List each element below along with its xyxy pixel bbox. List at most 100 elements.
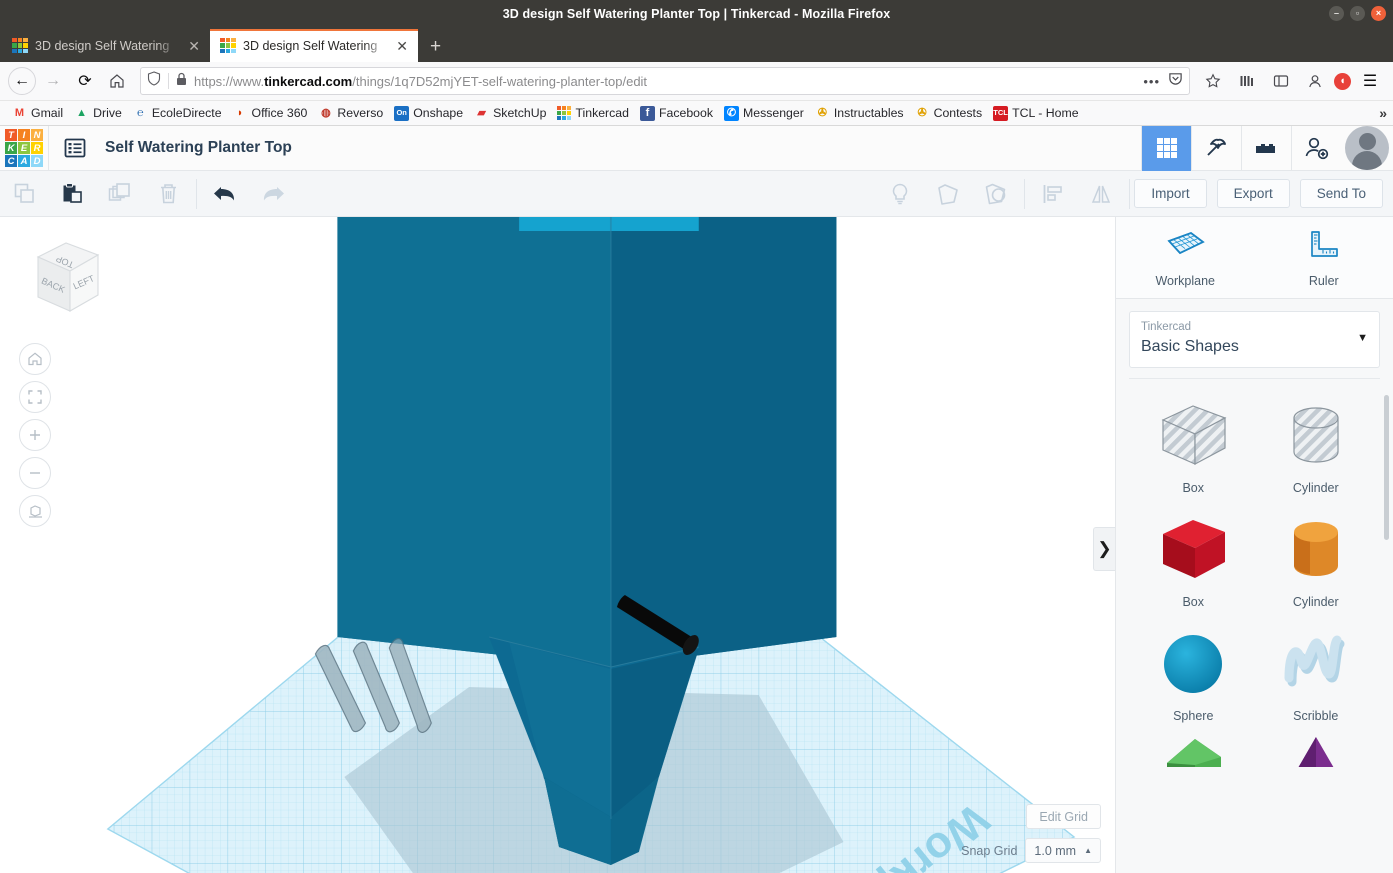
lightbulb-hide-icon: [893, 183, 908, 204]
ruler-tool[interactable]: Ruler: [1255, 217, 1393, 298]
sendto-button[interactable]: Send To: [1299, 179, 1383, 208]
edit-grid-button[interactable]: Edit Grid: [1026, 804, 1101, 829]
box-thumb: [1147, 507, 1239, 593]
home-view-button[interactable]: [19, 343, 51, 375]
bookmark-favicon: ✇: [817, 106, 827, 119]
page-actions-icon[interactable]: •••: [1143, 74, 1160, 89]
lock-icon[interactable]: [176, 72, 187, 91]
bookmark-facebook[interactable]: f Facebook: [635, 104, 718, 123]
shape-item-box[interactable]: Box: [1132, 507, 1255, 609]
undo-button[interactable]: [201, 171, 249, 217]
bookmark-contests[interactable]: ✇ Contests: [910, 104, 988, 123]
workplane-tool[interactable]: Workplane: [1116, 217, 1255, 298]
bookmark-reverso[interactable]: ◍ Reverso: [313, 104, 388, 123]
tab-codeblocks[interactable]: [1191, 125, 1241, 171]
bookmarks-overflow-icon[interactable]: »: [1379, 105, 1387, 121]
account-icon[interactable]: [1300, 66, 1330, 96]
bookmark-tcl-home[interactable]: TCL TCL - Home: [988, 104, 1084, 123]
bookmark-instructables[interactable]: ✇ Instructables: [810, 104, 909, 123]
shape-item-scribble[interactable]: Scribble: [1255, 621, 1378, 723]
perspective-toggle-button[interactable]: [19, 495, 51, 527]
logo-tile-c: C: [5, 155, 17, 167]
delete-button[interactable]: [144, 171, 192, 217]
close-window-button[interactable]: ×: [1371, 6, 1386, 21]
bookmark-messenger[interactable]: ✆ Messenger: [719, 104, 809, 123]
bookmark-tinkercad[interactable]: Tinkercad: [552, 104, 634, 122]
browser-tab-1[interactable]: 3D design Self Watering ✕: [2, 29, 210, 62]
group-button[interactable]: [924, 171, 972, 217]
tab-3d-designs[interactable]: [1141, 125, 1191, 171]
toolbar-divider-2: [1024, 178, 1026, 209]
collapse-panel-button[interactable]: ❯: [1093, 527, 1115, 571]
design-list-button[interactable]: [49, 126, 101, 171]
tinkercad-favicon: [12, 37, 28, 54]
shape-item-cone[interactable]: [1255, 735, 1378, 767]
browser-tab-2[interactable]: 3D design Self Watering ✕: [210, 29, 418, 62]
tab-blocks[interactable]: [1241, 125, 1291, 171]
url-bar[interactable]: https://www.tinkercad.com/things/1q7D52m…: [140, 67, 1190, 95]
export-button[interactable]: Export: [1216, 179, 1290, 208]
paste-button[interactable]: [48, 171, 96, 217]
3d-canvas[interactable]: Workplane: [0, 217, 1115, 873]
reload-icon[interactable]: ⟳: [70, 66, 100, 96]
align-button[interactable]: [1029, 171, 1077, 217]
bookmark-ecoledirecte[interactable]: ℮ EcoleDirecte: [128, 104, 227, 123]
pocket-icon[interactable]: [1168, 71, 1183, 91]
blocks-brick-icon: [1255, 144, 1275, 153]
hide-button[interactable]: [876, 171, 924, 217]
sidebar-icon[interactable]: [1266, 66, 1296, 96]
bookmark-label: TCL - Home: [1012, 106, 1079, 120]
bookmark-star-icon[interactable]: [1198, 66, 1228, 96]
account-badge-icon[interactable]: ◖: [1334, 72, 1351, 90]
bookmark-favicon: f: [639, 105, 655, 121]
shapes-scrollbar[interactable]: [1384, 394, 1389, 540]
snap-grid-select[interactable]: 1.0 mm ▲: [1025, 838, 1101, 863]
bookmark-gmail[interactable]: M Gmail: [7, 104, 68, 123]
zoom-in-button[interactable]: [19, 419, 51, 451]
fit-view-button[interactable]: [19, 381, 51, 413]
bookmark-onshape[interactable]: On Onshape: [389, 104, 468, 123]
bookmark-sketchup[interactable]: ▰ SketchUp: [469, 104, 551, 123]
tab-close-icon[interactable]: ✕: [394, 39, 410, 53]
bookmark-label: Office 360: [251, 106, 308, 120]
bookmark-label: Contests: [933, 106, 983, 120]
copy-button[interactable]: [0, 171, 48, 217]
shape-list[interactable]: Box Cylinder Box Cylinder Sphere Scribbl…: [1116, 379, 1393, 873]
tab-title: 3D design Self Watering: [243, 38, 378, 53]
shape-item-hole-box[interactable]: Box: [1132, 393, 1255, 495]
tab-title: 3D design Self Watering: [35, 38, 170, 53]
shape-item-sphere[interactable]: Sphere: [1132, 621, 1255, 723]
tab-close-icon[interactable]: ✕: [186, 39, 202, 53]
shape-library-dropdown[interactable]: Tinkercad Basic Shapes ▼: [1129, 311, 1380, 368]
shield-icon[interactable]: [147, 71, 161, 91]
shape-item-wedge[interactable]: [1132, 735, 1255, 767]
menu-hamburger-icon[interactable]: ☰: [1355, 66, 1385, 96]
bookmark-office-360[interactable]: ◗ Office 360: [228, 104, 313, 123]
group-icon: [938, 183, 959, 205]
view-cube[interactable]: TOP BACK LEFT: [18, 235, 108, 325]
maximize-button[interactable]: ▫: [1350, 6, 1365, 21]
url-text[interactable]: https://www.tinkercad.com/things/1q7D52m…: [194, 74, 1136, 89]
workplane-icon: [1167, 231, 1205, 255]
ungroup-button[interactable]: [972, 171, 1020, 217]
page-title[interactable]: Self Watering Planter Top: [101, 139, 292, 157]
mirror-button[interactable]: [1077, 171, 1125, 217]
bookmark-label: Reverso: [337, 106, 384, 120]
redo-button[interactable]: [249, 171, 297, 217]
tinkercad-logo[interactable]: TIN KER CAD: [0, 126, 48, 171]
zoom-out-button[interactable]: [19, 457, 51, 489]
duplicate-button[interactable]: [96, 171, 144, 217]
bookmark-label: Facebook: [658, 106, 713, 120]
library-icon[interactable]: [1232, 66, 1262, 96]
forward-icon[interactable]: →: [38, 66, 68, 96]
invite-button[interactable]: [1291, 125, 1341, 171]
new-tab-button[interactable]: +: [430, 37, 441, 56]
import-button[interactable]: Import: [1134, 179, 1207, 208]
minimize-button[interactable]: –: [1329, 6, 1344, 21]
bookmark-drive[interactable]: ▲ Drive: [69, 104, 127, 123]
shape-item-hole-cylinder[interactable]: Cylinder: [1255, 393, 1378, 495]
shape-item-cylinder[interactable]: Cylinder: [1255, 507, 1378, 609]
home-icon[interactable]: [102, 66, 132, 96]
avatar[interactable]: [1345, 126, 1389, 170]
back-icon[interactable]: ←: [8, 67, 36, 95]
